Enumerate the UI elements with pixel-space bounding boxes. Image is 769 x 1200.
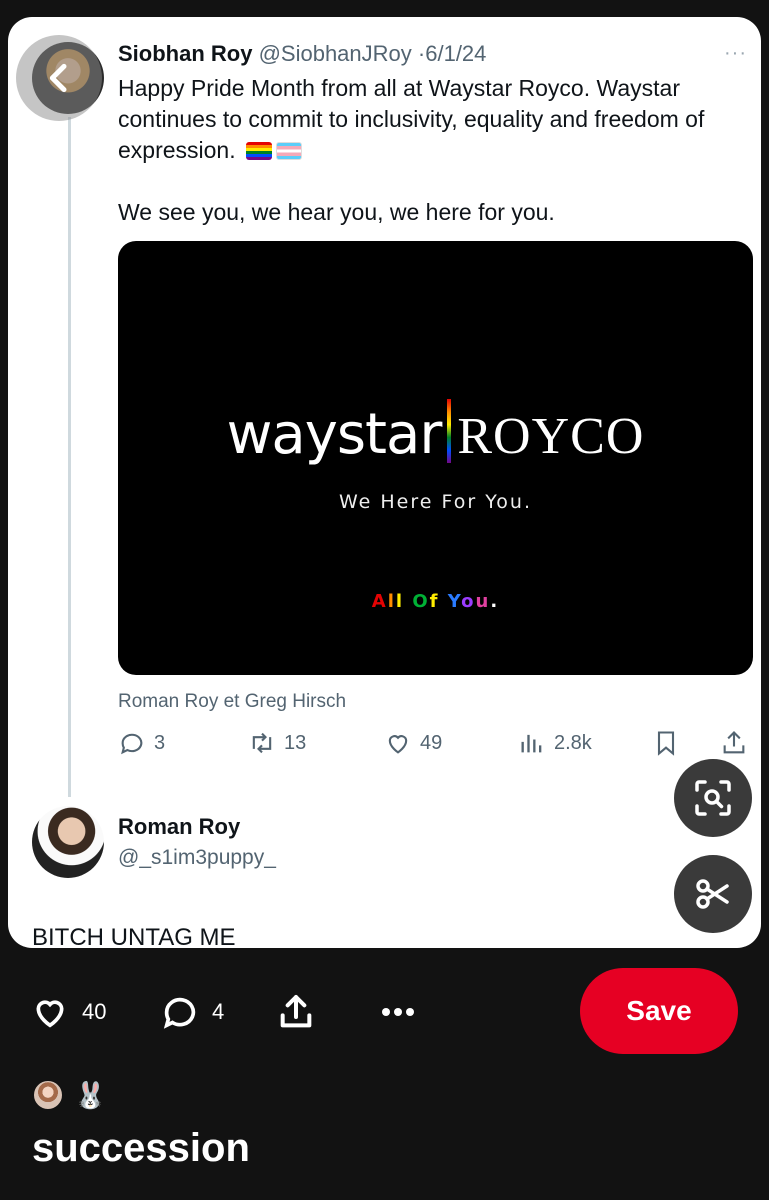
media-tagline: We Here For You. (338, 491, 533, 513)
logo-waystar: waystar (226, 402, 443, 467)
reply-count: 3 (154, 731, 166, 754)
tweet-actions: 3 13 49 2.8k (118, 729, 758, 765)
views-action: 2.8k (518, 729, 592, 757)
board-title: succession (32, 1126, 250, 1170)
pin-action-bar: 40 4 Save (0, 968, 769, 1058)
all-of-you-letter: l (395, 591, 405, 612)
tweet-date: 6/1/24 (425, 41, 487, 66)
reply-icon (121, 733, 143, 755)
all-of-you-letter: u (475, 591, 491, 612)
reply-author-name: Roman Roy (118, 814, 241, 839)
like-action: 49 (384, 729, 442, 757)
logo-royco: ROYCO (457, 408, 645, 465)
reply-action: 3 (118, 729, 165, 757)
tweet-text-line1: Happy Pride Month from all at Waystar Ro… (118, 75, 705, 163)
logo-rainbow-divider (447, 399, 452, 463)
retweet-count: 13 (284, 731, 307, 754)
visual-search-icon (695, 780, 731, 816)
tweet-media-image: waystar ROYCO We Here For You. All Of You… (118, 241, 753, 675)
views-chart-icon (521, 734, 542, 753)
reply-author-handle: @_s1im3puppy_ (118, 846, 276, 869)
tweet-text-line2: We see you, we hear you, we here for you… (118, 199, 555, 225)
pinner-info[interactable]: 🐰 (32, 1079, 106, 1111)
pin-like-button[interactable]: 40 (30, 992, 106, 1032)
tweet-share-icon (723, 731, 745, 754)
bookmark-action (652, 729, 688, 757)
comment-icon (163, 997, 196, 1029)
views-count: 2.8k (554, 731, 592, 754)
all-of-you-letter: A (371, 591, 388, 612)
all-of-you-letter: l (387, 591, 396, 612)
back-button[interactable] (16, 35, 102, 121)
pride-flag-icon (246, 142, 273, 160)
trans-flag-icon (276, 142, 303, 160)
visual-search-button[interactable] (674, 759, 752, 837)
waystar-royco-logo: waystar ROYCO (118, 399, 753, 467)
more-options-icon: ··· (724, 42, 747, 64)
author-name: Siobhan Roy (118, 41, 253, 66)
all-of-you-letter: . (490, 591, 500, 612)
pinner-avatar[interactable] (32, 1079, 64, 1111)
tagged-users: Roman Roy et Greg Hirsch (118, 691, 347, 712)
scissors-button[interactable] (674, 855, 752, 933)
retweet-icon (252, 732, 272, 754)
all-of-you-letter (440, 591, 448, 612)
media-all-of-you: All Of You. (118, 591, 753, 612)
like-count: 49 (420, 731, 443, 754)
pin-comment-count: 4 (212, 999, 225, 1024)
tweet-text: Happy Pride Month from all at Waystar Ro… (118, 73, 758, 228)
roman-avatar (32, 806, 104, 878)
share-icon (280, 995, 312, 1028)
retweet-action: 13 (248, 729, 306, 757)
share-action (720, 729, 756, 757)
author-handle: @SiobhanJRoy (258, 41, 412, 66)
pin-like-count: 40 (82, 999, 107, 1024)
more-dots-icon (382, 1008, 414, 1016)
bunny-emoji: 🐰 (74, 1080, 107, 1110)
tweet-author: Siobhan Roy @SiobhanJRoy ·6/1/24 (118, 41, 486, 67)
pin-comment-button[interactable]: 4 (160, 992, 224, 1032)
save-button[interactable]: Save (580, 968, 738, 1054)
heart-icon (388, 735, 408, 754)
thread-line (68, 117, 71, 797)
heart-icon (36, 1000, 64, 1028)
scissors-icon (696, 879, 729, 909)
chevron-left-icon (49, 63, 67, 93)
tweet-screenshot-card: Siobhan Roy @SiobhanJRoy ·6/1/24 ··· Hap… (8, 17, 761, 951)
pin-share-button[interactable] (276, 992, 328, 1032)
pin-more-button[interactable] (378, 992, 430, 1032)
all-of-you-letter: f (429, 591, 440, 612)
reply-text: BITCH UNTAG ME (32, 924, 236, 951)
bookmark-icon (657, 731, 675, 756)
all-of-you-letter: o (461, 591, 476, 612)
all-of-you-letter: O (412, 591, 430, 612)
all-of-you-letter: Y (447, 591, 462, 612)
